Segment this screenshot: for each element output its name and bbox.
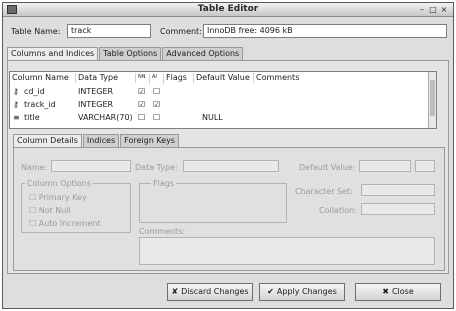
column-name-cell: track_id	[24, 100, 56, 109]
collation-select[interactable]	[361, 203, 435, 215]
flags-label: Flags	[151, 179, 176, 188]
default-value-button[interactable]	[415, 160, 435, 172]
data-type-label: Data Type:	[135, 163, 178, 172]
primary-key-label: Primary Key	[38, 193, 87, 202]
key-icon: ⚷	[13, 100, 19, 109]
scrollbar-thumb[interactable]	[430, 80, 435, 116]
column-options-label: Column Options	[25, 179, 94, 188]
ai-checkbox[interactable]: ☐	[153, 113, 160, 122]
apply-changes-button[interactable]: ✔ Apply Changes	[259, 283, 345, 301]
column-name-cell: title	[24, 113, 40, 122]
flags-group	[139, 183, 287, 223]
window-title: Table Editor	[197, 4, 259, 14]
close-label: Close	[391, 287, 414, 296]
tab-table-options[interactable]: Table Options	[99, 47, 162, 60]
collation-label: Collation:	[319, 206, 357, 215]
name-label: Name:	[21, 163, 48, 172]
table-editor-window: Table Editor – □ × Table Name: track Com…	[2, 2, 454, 309]
data-type-select[interactable]	[183, 160, 279, 172]
data-type-cell: INTEGER	[78, 87, 114, 96]
tab-advanced-options[interactable]: Advanced Options	[162, 47, 244, 60]
name-input[interactable]	[51, 160, 131, 172]
primary-key-checkbox[interactable]: ☐ Primary Key	[29, 193, 87, 202]
auto-increment-label: Auto Increment	[38, 219, 101, 228]
nn-checkbox[interactable]: ☑	[138, 100, 145, 109]
header-default-value[interactable]: Default Value	[194, 73, 254, 83]
not-null-checkbox[interactable]: ☐ Not Null	[29, 206, 71, 215]
checkmark-icon: ✔	[267, 287, 274, 296]
comment-label: Comment:	[160, 27, 202, 36]
key-icon: ⚷	[13, 87, 19, 96]
nn-checkbox[interactable]: ☑	[138, 87, 145, 96]
table-name-input[interactable]: track	[67, 24, 151, 38]
header-flags[interactable]: Flags	[164, 73, 194, 83]
tab-foreign-keys[interactable]: Foreign Keys	[120, 134, 179, 147]
header-comments[interactable]: Comments	[254, 73, 304, 83]
ai-checkbox[interactable]: ☐	[153, 87, 160, 96]
apply-label: Apply Changes	[276, 287, 337, 296]
comments-textarea[interactable]	[139, 237, 435, 265]
columns-grid: Column Name Data Type NN AI Flags Defaul…	[9, 71, 437, 129]
comment-input[interactable]: InnoDB free: 4096 kB	[203, 24, 447, 38]
character-set-select[interactable]	[361, 184, 435, 196]
nn-checkbox[interactable]: ☐	[138, 113, 145, 122]
column-name-cell: cd_id	[24, 87, 45, 96]
header-column-name[interactable]: Column Name	[10, 73, 76, 83]
default-value-input[interactable]	[359, 160, 411, 172]
default-value-label: Default Value:	[299, 163, 356, 172]
comments-label: Comments:	[139, 227, 186, 236]
text-type-icon: ≡	[13, 113, 20, 122]
table-name-label: Table Name:	[11, 27, 61, 36]
header-nn[interactable]: NN	[136, 74, 150, 84]
header-ai[interactable]: AI	[150, 74, 164, 84]
grid-scrollbar[interactable]	[428, 72, 436, 128]
ai-checkbox[interactable]: ☑	[153, 100, 160, 109]
close-button[interactable]: ✖ Close	[355, 283, 441, 301]
table-row[interactable]: ⚷ track_id INTEGER ☑ ☑	[10, 98, 430, 111]
discard-icon: ✘	[171, 287, 179, 296]
default-value-cell: NULL	[202, 113, 223, 122]
close-window-icon[interactable]: ×	[439, 5, 449, 15]
discard-changes-button[interactable]: ✘ Discard Changes	[167, 283, 253, 301]
header-data-type[interactable]: Data Type	[76, 73, 136, 83]
not-null-label: Not Null	[38, 206, 71, 215]
character-set-label: Character Set:	[295, 187, 353, 196]
tab-column-details[interactable]: Column Details	[13, 134, 82, 147]
table-row[interactable]: ⚷ cd_id INTEGER ☑ ☐	[10, 85, 430, 98]
titlebar[interactable]: Table Editor – □ ×	[3, 3, 453, 17]
minimize-icon[interactable]: –	[417, 5, 427, 15]
detail-tabs: Column Details Indices Foreign Keys	[13, 134, 180, 147]
main-tabs: Columns and Indices Table Options Advanc…	[7, 47, 244, 60]
maximize-icon[interactable]: □	[428, 5, 438, 15]
table-row[interactable]: ≡ title VARCHAR(70) ☐ ☐ NULL	[10, 111, 430, 124]
data-type-cell: VARCHAR(70)	[78, 113, 133, 122]
tab-columns-and-indices[interactable]: Columns and Indices	[7, 47, 99, 60]
grid-header: Column Name Data Type NN AI Flags Defaul…	[10, 72, 436, 84]
discard-label: Discard Changes	[181, 287, 249, 296]
close-icon: ✖	[382, 287, 389, 296]
data-type-cell: INTEGER	[78, 100, 114, 109]
tab-indices[interactable]: Indices	[82, 134, 120, 147]
auto-increment-checkbox[interactable]: ☐ Auto Increment	[29, 219, 101, 228]
